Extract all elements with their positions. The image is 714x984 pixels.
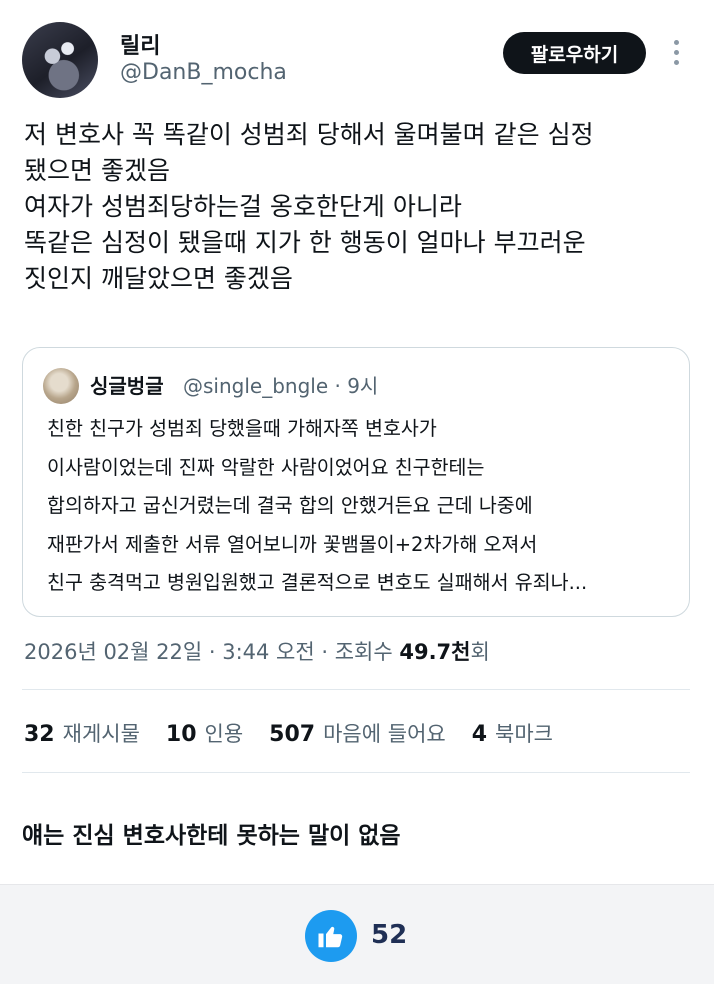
engagement-stats: 32 재게시물 10 인용 507 마음에 들어요 4 북마크 — [24, 718, 579, 748]
quoted-line: 친구 충격먹고 병원입원했고 결론적으로 변호도 실패해서 유죄나... — [47, 571, 588, 594]
quote-stat[interactable]: 10 인용 — [166, 718, 243, 748]
divider — [22, 772, 690, 773]
quoted-line: 합의하자고 굽신거렸는데 결국 합의 안했거든요 근데 나중에 — [47, 494, 533, 517]
tweet-timestamp[interactable]: 2026년 02월 22일 · 3:44 오전 · 조회수 49.7천회 — [24, 636, 490, 666]
tweet-line: 여자가 성범죄당하는걸 옹호한단게 아니라 — [24, 192, 462, 221]
quoted-tweet[interactable]: 싱글벙글 @single_bngle · 9시 친한 친구가 성범죄 당했을때 … — [22, 347, 690, 617]
avatar[interactable] — [22, 22, 98, 98]
tweet-line: 됐으면 좋겠음 — [24, 156, 170, 185]
view-count-suffix: 회 — [470, 640, 490, 664]
divider — [22, 689, 690, 690]
follow-button[interactable]: 팔로우하기 — [503, 32, 646, 74]
like-count: 52 — [371, 920, 408, 950]
bookmark-stat[interactable]: 4 북마크 — [472, 718, 553, 748]
timestamp-text: 2026년 02월 22일 · 3:44 오전 · 조회수 — [24, 640, 400, 664]
post-comment: 얘는 진심 변호사한테 못하는 말이 없음 — [22, 823, 401, 849]
thumbs-up-icon[interactable] — [305, 910, 357, 962]
quoted-line: 친한 친구가 성범죄 당했을때 가해자쪽 변호사가 — [47, 417, 437, 440]
quoted-line: 재판가서 제출한 서류 열어보니까 꽃뱀몰이+2차가해 오져서 — [47, 532, 538, 556]
quoted-text: 친한 친구가 성범죄 당했을때 가해자쪽 변호사가 이사람이었는데 진짜 악랄한… — [47, 410, 677, 603]
quoted-avatar[interactable] — [43, 368, 79, 404]
view-count: 49.7천 — [399, 640, 471, 664]
footer-bar: 52 — [0, 884, 714, 984]
like-stat[interactable]: 507 마음에 들어요 — [269, 718, 446, 748]
tweet-line: 짓인지 깨달았으면 좋겠음 — [24, 264, 293, 293]
user-handle[interactable]: @DanB_mocha — [120, 60, 287, 85]
quoted-display-name: 싱글벙글 — [90, 374, 164, 398]
quoted-meta: @single_bngle · 9시 — [183, 374, 379, 398]
retweet-stat[interactable]: 32 재게시물 — [24, 718, 140, 748]
tweet-line: 똑같은 심정이 됐을때 지가 한 행동이 얼마나 부끄러운 — [24, 228, 586, 257]
more-options-icon[interactable] — [670, 40, 682, 70]
tweet-line: 저 변호사 꼭 똑같이 성범죄 당해서 울며불며 같은 심정 — [24, 120, 594, 149]
tweet-text: 저 변호사 꼭 똑같이 성범죄 당해서 울며불며 같은 심정 됐으면 좋겠음 여… — [24, 117, 694, 297]
quoted-line: 이사람이었는데 진짜 악랄한 사람이었어요 친구한테는 — [47, 455, 485, 479]
display-name[interactable]: 릴리 — [120, 28, 160, 60]
